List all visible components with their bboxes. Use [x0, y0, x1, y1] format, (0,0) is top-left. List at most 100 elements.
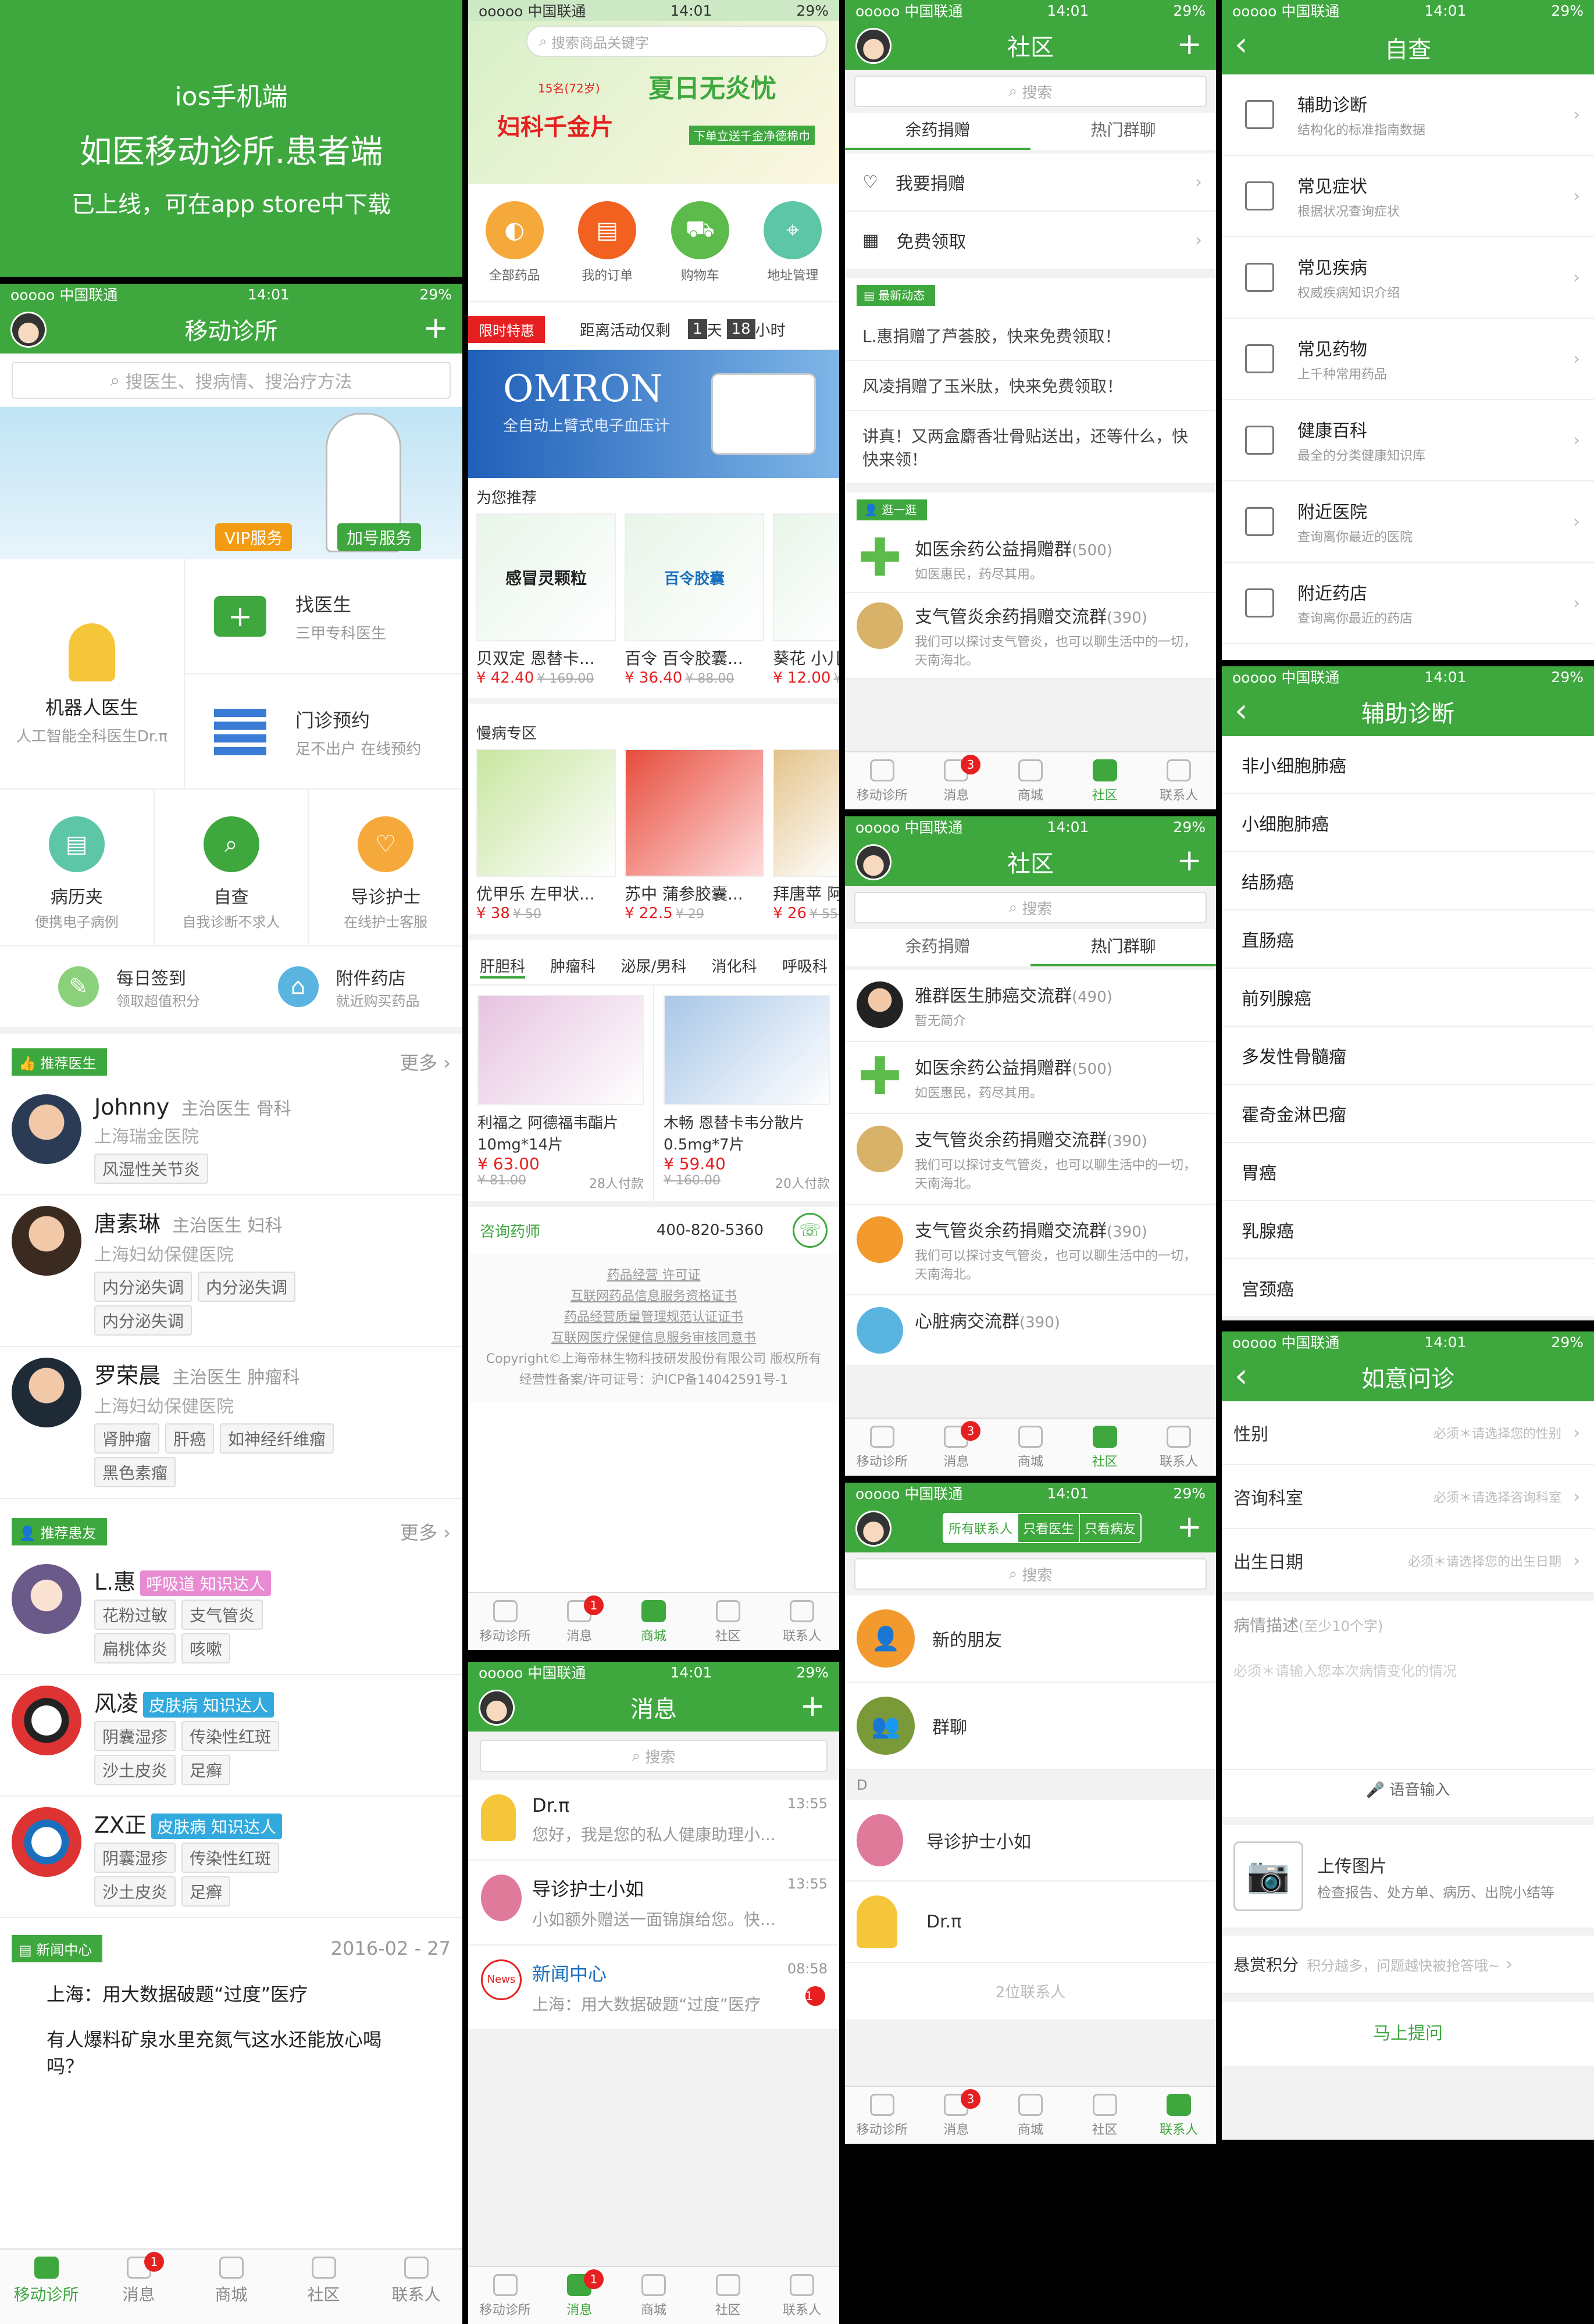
nurse-guide-button[interactable]: ♡ 导诊护士 在线护士客服	[309, 790, 462, 945]
diagnosis-item[interactable]: 霍奇金淋巴瘤	[1222, 1085, 1594, 1143]
segment-patients[interactable]: 只看病友	[1079, 1514, 1140, 1542]
tab-contacts[interactable]: 联系人	[1142, 2087, 1216, 2144]
tab-hot-groups[interactable]: 热门群聊	[1030, 929, 1216, 966]
self-check-item[interactable]: 常见症状 根据状况查询症状 ›	[1222, 156, 1594, 237]
group-row[interactable]: 雅群医生肺癌交流群(490) 暂无简介	[845, 970, 1216, 1042]
add-button[interactable]: +	[1176, 28, 1202, 60]
daily-checkin-button[interactable]: ✎ 每日签到 领取超值积分	[0, 947, 243, 1027]
news-item[interactable]: 上海：用大数据破题“过度”医疗	[0, 1970, 462, 2016]
avatar[interactable]	[855, 844, 892, 880]
tab-contacts[interactable]: 联系人	[765, 2267, 839, 2324]
more-doctors-link[interactable]: 更多 ›	[400, 1048, 451, 1075]
tab-clinic[interactable]: 移动诊所	[845, 2087, 919, 2144]
add-button[interactable]: +	[800, 1690, 825, 1722]
tab-messages[interactable]: 消息 1	[543, 1593, 617, 1650]
tab-contacts[interactable]: 联系人	[1142, 1419, 1216, 1476]
bounty-points-row[interactable]: 悬赏积分 积分越多，问题越快被抢答哦~ ›	[1222, 1936, 1594, 1994]
pharmacist-bar[interactable]: 咨询药师 400-820-5360 ☏	[468, 1201, 839, 1254]
group-row[interactable]: ✚ 如医余药公益捐赠群(500) 如医惠民，药尽其用。	[845, 1042, 1216, 1114]
tab-tumor[interactable]: 肿瘤科	[550, 955, 595, 979]
vip-service-button[interactable]: VIP服务	[215, 523, 293, 551]
diagnosis-item[interactable]: 宫颈癌	[1222, 1259, 1594, 1318]
tab-clinic[interactable]: 移动诊所	[0, 2250, 92, 2324]
product-card[interactable]: 感冒灵颗粒 贝双定 恩替卡... ¥ 42.40 ¥ 169.00	[476, 513, 616, 687]
find-doctor-card[interactable]: + 找医生 三甲专科医生	[185, 559, 462, 674]
birthdate-field[interactable]: 出生日期 必须＊请选择您的出生日期 ›	[1222, 1529, 1594, 1593]
tab-liver[interactable]: 肝胆科	[480, 955, 526, 979]
self-check-item[interactable]: 附近医院 查询离你最近的医院 ›	[1222, 481, 1594, 563]
avatar[interactable]	[855, 1511, 892, 1547]
tab-urology[interactable]: 泌尿/男科	[621, 955, 687, 979]
submit-question-button[interactable]: 马上提问	[1222, 2002, 1594, 2066]
search-input[interactable]: ⌕ 搜索	[854, 892, 1207, 923]
nearby-pharmacy-button[interactable]: ⌂ 附件药店 就近购买药品	[243, 947, 463, 1027]
address-button[interactable]: ⌖ 地址管理	[764, 201, 822, 284]
tab-community[interactable]: 社区	[1068, 752, 1142, 809]
avatar[interactable]	[855, 28, 892, 64]
diagnosis-item[interactable]: 前列腺癌	[1222, 969, 1594, 1027]
patient-card[interactable]: ZX正 皮肤病 知识达人 阴囊湿疹 传染性红斑 沙土皮炎 足癣	[0, 1797, 462, 1918]
group-row[interactable]: ✚ 如医余药公益捐赠群(500) 如医惠民，药尽其用。	[845, 526, 1216, 593]
self-check-item[interactable]: 附近药店 查询离你最近的药店 ›	[1222, 563, 1594, 644]
medical-records-button[interactable]: ▤ 病历夹 便携电子病例	[0, 790, 155, 945]
jia-service-button[interactable]: 加号服务	[337, 523, 422, 551]
search-input[interactable]: ⌕ 搜索	[480, 1740, 828, 1772]
patient-card[interactable]: L.惠 呼吸道 知识达人 花粉过敏 支气管炎 扁桃体炎 咳嗽	[0, 1554, 462, 1675]
tab-messages[interactable]: 消息 3	[919, 1419, 994, 1476]
all-drugs-button[interactable]: ◐ 全部药品	[485, 201, 544, 284]
tab-clinic[interactable]: 移动诊所	[845, 1419, 919, 1476]
tab-respiratory[interactable]: 呼吸科	[782, 955, 828, 979]
add-button[interactable]: +	[1176, 1511, 1202, 1543]
tab-community[interactable]: 社区	[277, 2250, 370, 2324]
tab-clinic[interactable]: 移动诊所	[845, 752, 919, 809]
more-patients-link[interactable]: 更多 ›	[400, 1518, 451, 1545]
new-friends-row[interactable]: 👤 新的朋友	[845, 1595, 1216, 1683]
tab-messages[interactable]: 消息 3	[919, 752, 994, 809]
home-banner[interactable]: VIP服务 加号服务	[0, 407, 462, 559]
group-row[interactable]: 支气管炎余药捐赠交流群(390) 我们可以探讨支气管炎，也可以聊生活中的一切，天南…	[845, 593, 1216, 679]
product-card[interactable]: 拜唐苹 阿卡¥ 26 ¥ 55.8	[773, 749, 839, 922]
gender-field[interactable]: 性别 必须＊请选择您的性别 ›	[1222, 1401, 1594, 1465]
back-button[interactable]: ‹	[1235, 692, 1247, 730]
patient-card[interactable]: 风凌 皮肤病 知识达人 阴囊湿疹 传染性红斑 沙土皮炎 足癣	[0, 1675, 462, 1797]
diagnosis-item[interactable]: 多发性骨髓瘤	[1222, 1027, 1594, 1085]
my-orders-button[interactable]: ▤ 我的订单	[578, 201, 637, 284]
tab-mall[interactable]: 商城	[185, 2250, 277, 2324]
diagnosis-item[interactable]: 乳腺癌	[1222, 1201, 1594, 1259]
tab-donation[interactable]: 余药捐赠	[845, 113, 1030, 150]
free-claim-row[interactable]: ▦ 免费领取 ›	[845, 212, 1216, 270]
segment-doctors[interactable]: 只看医生	[1017, 1514, 1079, 1542]
self-check-item[interactable]: 常见疾病 权威疾病知识介绍 ›	[1222, 237, 1594, 319]
tab-digestive[interactable]: 消化科	[712, 955, 757, 979]
robot-doctor-card[interactable]: 机器人医生 人工智能全科医生Dr.π	[0, 559, 185, 788]
message-row[interactable]: Dr.π 您好，我是您的私人健康助理小... 13:55	[468, 1780, 839, 1861]
search-input[interactable]: ⌕ 搜索商品关键字	[526, 26, 828, 57]
self-check-item[interactable]: 辅助诊断 结构化的标准指南数据 ›	[1222, 74, 1594, 156]
search-input[interactable]: ⌕ 搜索	[854, 76, 1207, 107]
diagnosis-item[interactable]: 胃癌	[1222, 1143, 1594, 1201]
doctor-card[interactable]: Johnny 主治医生 骨科 上海瑞金医院 风湿性关节炎	[0, 1084, 462, 1195]
self-check-button[interactable]: ⌕ 自查 自我诊断不求人	[154, 790, 309, 945]
avatar[interactable]	[10, 312, 47, 348]
tab-mall[interactable]: 商城	[616, 1593, 691, 1650]
tab-mall[interactable]: 商城	[993, 1419, 1068, 1476]
department-field[interactable]: 咨询科室 必须＊请选择咨询科室 ›	[1222, 1465, 1594, 1529]
tab-community[interactable]: 社区	[691, 2267, 765, 2324]
tab-clinic[interactable]: 移动诊所	[468, 2267, 543, 2324]
group-chat-row[interactable]: 👥 群聊	[845, 1683, 1216, 1770]
donate-row[interactable]: ♡ 我要捐赠 ›	[845, 153, 1216, 212]
product-card[interactable]: 苏中 蒲参胶囊... ¥ 22.5 ¥ 29	[625, 749, 765, 922]
appointment-card[interactable]: 门诊预约 足不出户 在线预约	[185, 674, 462, 790]
tab-clinic[interactable]: 移动诊所	[468, 1593, 543, 1650]
add-button[interactable]: +	[1176, 844, 1202, 877]
feed-item[interactable]: 讲真！又两盒麝香壮骨贴送出，还等什么，快快来领！	[845, 411, 1216, 484]
add-button[interactable]: +	[423, 312, 448, 344]
tab-hot-groups[interactable]: 热门群聊	[1030, 113, 1216, 150]
search-input[interactable]: ⌕ 搜医生、搜病情、搜治疗方法	[12, 362, 451, 399]
contact-row[interactable]: 导诊护士小如	[845, 1800, 1216, 1882]
phone-icon[interactable]: ☏	[793, 1213, 828, 1248]
self-check-item[interactable]: 常见药物 上千种常用药品 ›	[1222, 319, 1594, 400]
message-row[interactable]: News 新闻中心 上海：用大数据破题“过度”医疗 08:58 1	[468, 1945, 839, 2030]
diagnosis-item[interactable]: 结肠癌	[1222, 852, 1594, 911]
product-card[interactable]: 葵花 小儿化¥ 12.00 ¥ 14	[773, 513, 839, 687]
